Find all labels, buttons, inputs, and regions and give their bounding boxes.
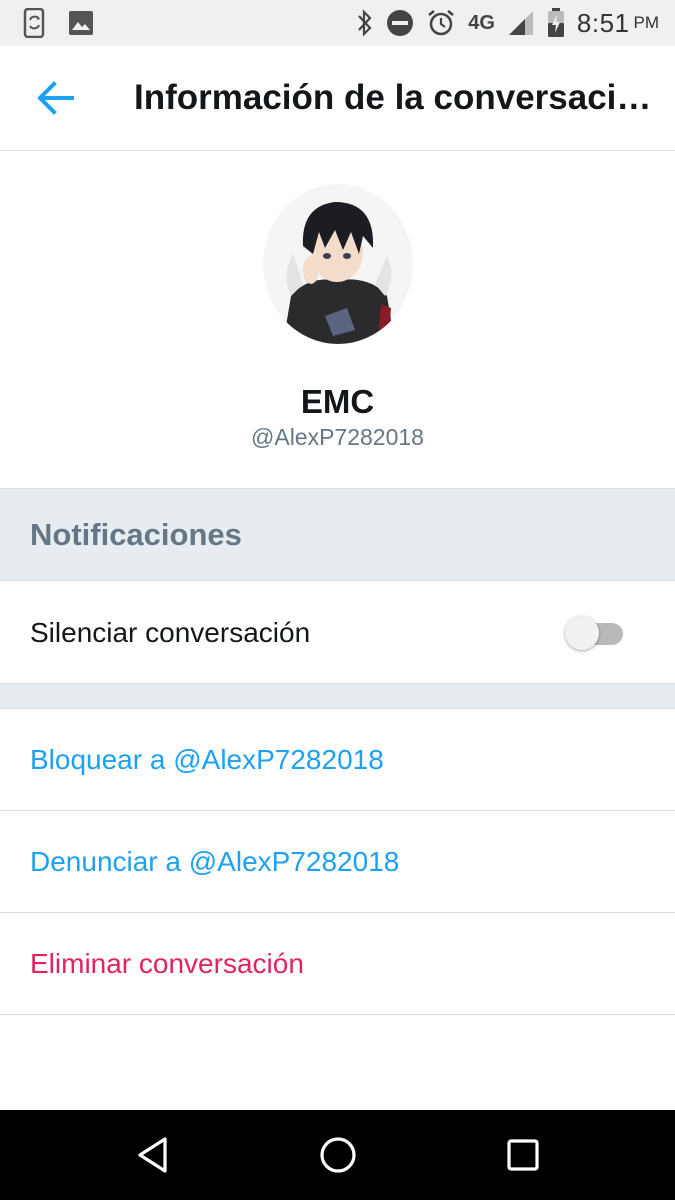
clock-time: 8:51 (576, 7, 630, 38)
mute-conversation-row[interactable]: Silenciar conversación (0, 582, 675, 684)
block-user-label: Bloquear a @AlexP7282018 (30, 743, 384, 775)
profile-section: EMC @AlexP7282018 (0, 151, 675, 488)
nav-home-button[interactable] (298, 1115, 378, 1195)
app-bar: Información de la conversaci… (0, 46, 675, 151)
back-triangle-icon (137, 1137, 167, 1173)
toggle-thumb (565, 615, 599, 650)
bluetooth-icon (356, 9, 374, 37)
do-not-disturb-icon (386, 9, 414, 37)
image-icon (68, 10, 94, 36)
delete-conversation-button[interactable]: Eliminar conversación (0, 913, 675, 1015)
back-button[interactable] (20, 62, 92, 134)
report-user-label: Denunciar a @AlexP7282018 (30, 845, 400, 877)
nav-recents-button[interactable] (483, 1115, 563, 1195)
notifications-section-header: Notificaciones (0, 488, 675, 581)
section-divider (0, 684, 675, 709)
signal-icon (507, 9, 535, 37)
block-user-button[interactable]: Bloquear a @AlexP7282018 (0, 709, 675, 811)
status-right: 4G 8:51 PM (344, 8, 659, 39)
section-title: Notificaciones (30, 516, 242, 552)
profile-handle: @AlexP7282018 (251, 424, 424, 450)
delete-conversation-label: Eliminar conversación (30, 947, 304, 979)
avatar[interactable] (263, 184, 413, 344)
clock: 8:51 PM (577, 8, 659, 39)
home-circle-icon (319, 1137, 356, 1173)
alarm-icon (426, 8, 456, 38)
network-type: 4G (468, 11, 495, 34)
report-user-button[interactable]: Denunciar a @AlexP7282018 (0, 811, 675, 913)
arrow-left-icon (37, 81, 74, 115)
page-title: Información de la conversaci… (134, 78, 652, 117)
status-bar: 4G 8:51 PM (0, 0, 675, 46)
clock-ampm: PM (633, 13, 660, 32)
phone-sync-icon (22, 8, 48, 38)
navigation-bar (0, 1110, 675, 1200)
mute-conversation-label: Silenciar conversación (30, 616, 311, 648)
recents-square-icon (506, 1139, 539, 1171)
mute-toggle[interactable] (565, 615, 627, 650)
profile-name: EMC (300, 383, 375, 420)
nav-back-button[interactable] (113, 1115, 193, 1195)
status-left (22, 8, 114, 38)
battery-icon (547, 8, 565, 38)
